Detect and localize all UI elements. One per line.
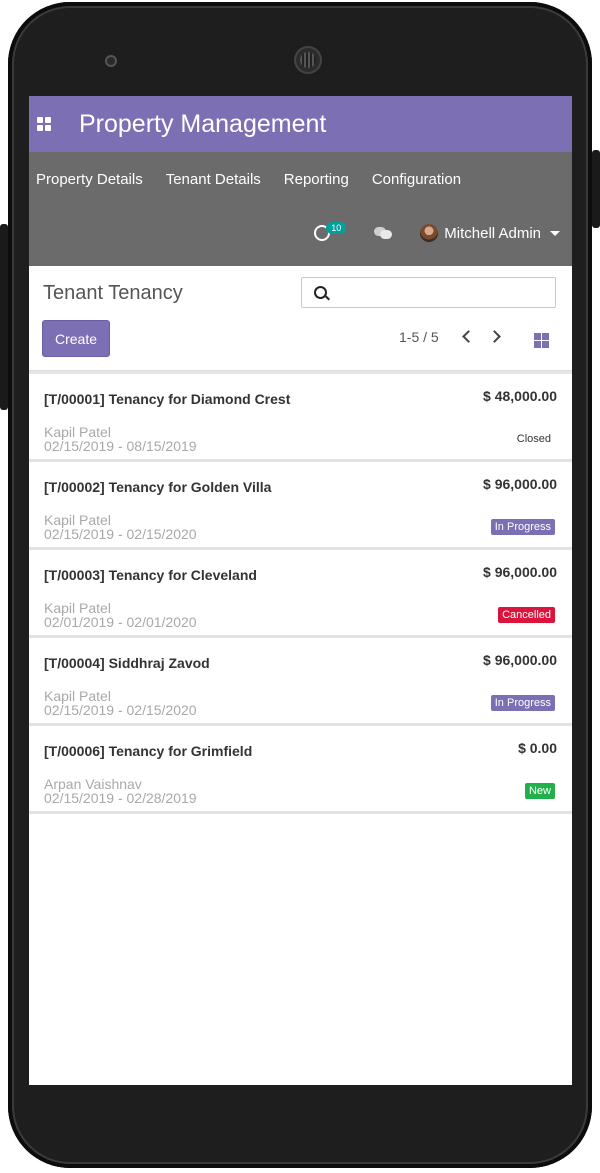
top-bar: Property Management (29, 96, 572, 152)
record-amount: $ 96,000.00 (483, 476, 557, 492)
record-dates: 02/15/2019 - 02/15/2020 (44, 526, 197, 542)
pager-previous-button[interactable] (460, 328, 475, 344)
pager-value[interactable]: 1-5 / 5 (399, 329, 439, 345)
record-amount: $ 96,000.00 (483, 652, 557, 668)
list-item[interactable]: [T/00003] Tenancy for Cleveland $ 96,000… (29, 550, 572, 638)
chat-icon[interactable] (374, 227, 393, 239)
record-dates: 02/15/2019 - 02/28/2019 (44, 790, 197, 806)
menu-reporting[interactable]: Reporting (284, 171, 349, 188)
front-camera (105, 55, 117, 67)
status-badge: In Progress (490, 519, 555, 535)
record-title: [T/00004] Siddhraj Zavod (44, 655, 210, 671)
record-amount: $ 0.00 (518, 740, 557, 756)
menu-configuration[interactable]: Configuration (372, 171, 461, 188)
search-input[interactable] (332, 283, 551, 305)
list-item[interactable]: [T/00002] Tenancy for Golden Villa $ 96,… (29, 462, 572, 550)
menu-items: Property Details Tenant Details Reportin… (29, 152, 572, 188)
phone-side-button (0, 224, 8, 410)
kanban-list: [T/00001] Tenancy for Diamond Crest $ 48… (29, 371, 572, 814)
app-title: Property Management (79, 109, 327, 138)
status-badge: Cancelled (498, 607, 555, 623)
activity-button[interactable]: 10 (314, 222, 347, 244)
search-box[interactable] (301, 277, 556, 308)
record-title: [T/00002] Tenancy for Golden Villa (44, 479, 272, 495)
status-badge: New (524, 783, 555, 799)
breadcrumb: Tenant Tenancy (43, 282, 183, 304)
phone-power-button (592, 150, 600, 228)
pager-next-button[interactable] (488, 328, 503, 344)
chevron-right-icon (488, 330, 501, 343)
menu-property-details[interactable]: Property Details (36, 171, 143, 188)
app-switcher-icon[interactable] (37, 117, 51, 131)
record-amount: $ 48,000.00 (483, 388, 557, 404)
record-dates: 02/01/2019 - 02/01/2020 (44, 614, 197, 630)
user-menu[interactable]: Mitchell Admin (444, 225, 541, 242)
list-item[interactable]: [T/00004] Siddhraj Zavod $ 96,000.00 Kap… (29, 638, 572, 726)
app-screen: Property Management Property Details Ten… (29, 96, 572, 1085)
chevron-left-icon (462, 330, 475, 343)
status-badge: Closed (516, 433, 551, 445)
list-item[interactable]: [T/00006] Tenancy for Grimfield $ 0.00 A… (29, 726, 572, 814)
record-title: [T/00001] Tenancy for Diamond Crest (44, 391, 291, 407)
control-panel: Tenant Tenancy Create 1-5 / 5 (29, 266, 572, 371)
caret-down-icon[interactable] (550, 230, 560, 236)
activity-count-badge: 10 (326, 222, 347, 234)
record-dates: 02/15/2019 - 08/15/2019 (44, 438, 197, 454)
menu-tenant-details[interactable]: Tenant Details (166, 171, 261, 188)
menu-bar: Property Details Tenant Details Reportin… (29, 152, 572, 266)
record-dates: 02/15/2019 - 02/15/2020 (44, 702, 197, 718)
list-item[interactable]: [T/00001] Tenancy for Diamond Crest $ 48… (29, 374, 572, 462)
status-badge: In Progress (490, 695, 555, 711)
record-amount: $ 96,000.00 (483, 564, 557, 580)
record-title: [T/00006] Tenancy for Grimfield (44, 743, 253, 759)
systray: 10 Mitchell Admin (314, 222, 560, 244)
earpiece-speaker (294, 46, 322, 74)
kanban-view-icon[interactable] (534, 333, 549, 348)
record-title: [T/00003] Tenancy for Cleveland (44, 567, 257, 583)
create-button[interactable]: Create (42, 320, 110, 357)
search-icon (314, 286, 327, 299)
avatar[interactable] (420, 224, 439, 242)
